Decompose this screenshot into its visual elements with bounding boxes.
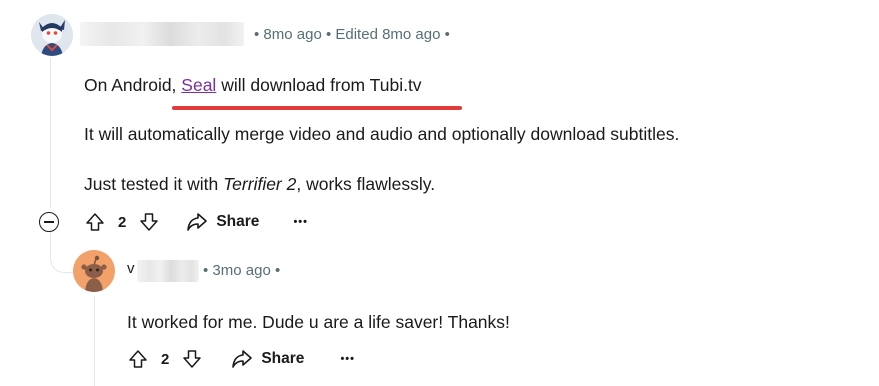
share-button[interactable]: Share <box>231 349 304 369</box>
share-icon <box>187 213 208 231</box>
downvote-icon <box>183 350 202 368</box>
thread-line-main <box>50 58 51 208</box>
comment-body-line-3: Just tested it with Terrifier 2, works f… <box>84 174 435 195</box>
reply-meta: • 3mo ago • <box>203 262 281 279</box>
upvote-button[interactable] <box>84 211 106 233</box>
vote-count: 2 <box>118 213 127 231</box>
snoo-avatar-icon <box>73 250 115 292</box>
reply-body: It worked for me. Dude u are a life save… <box>127 312 510 332</box>
comment-action-bar: 2 Share ••• <box>84 211 308 233</box>
share-label: Share <box>216 213 260 230</box>
share-label: Share <box>261 350 305 367</box>
seal-link[interactable]: Seal <box>181 75 216 95</box>
body-text-suffix: , works flawlessly. <box>296 174 436 194</box>
collapse-icon <box>44 221 54 223</box>
downvote-button[interactable] <box>138 211 160 233</box>
more-options-button[interactable]: ••• <box>340 353 355 365</box>
more-options-button[interactable]: ••• <box>293 216 308 228</box>
collapse-button[interactable] <box>39 212 59 232</box>
reply-action-bar: 2 Share ••• <box>127 348 355 370</box>
upvote-button[interactable] <box>127 348 149 370</box>
thread-elbow <box>50 232 73 273</box>
vote-count: 2 <box>161 350 170 368</box>
more-icon: ••• <box>293 216 308 228</box>
upvote-icon <box>86 213 104 231</box>
upvote-icon <box>129 350 147 368</box>
downvote-button[interactable] <box>181 348 203 370</box>
thread-line-reply <box>94 296 95 386</box>
share-button[interactable]: Share <box>186 212 259 232</box>
highlight-underline <box>172 106 462 110</box>
avatar-icon <box>31 14 73 56</box>
share-icon <box>232 350 253 368</box>
reply-username-initial[interactable]: v <box>127 260 135 277</box>
comment-body-line-2: It will automatically merge video and au… <box>84 124 680 144</box>
avatar[interactable] <box>31 14 73 56</box>
more-icon: ••• <box>340 353 355 365</box>
comment-body-line-1: On Android, Seal will download from Tubi… <box>84 75 422 96</box>
movie-title: Terrifier 2 <box>223 174 297 194</box>
downvote-icon <box>140 213 159 231</box>
reply-avatar[interactable] <box>73 250 115 292</box>
reply-username-redacted[interactable] <box>137 260 199 282</box>
body-text-prefix: On Android, <box>84 75 182 95</box>
username-redacted[interactable] <box>80 22 244 46</box>
body-text-suffix: will download from Tubi.tv <box>216 75 422 95</box>
comment-meta: • 8mo ago • Edited 8mo ago • <box>254 26 450 43</box>
body-text-prefix: Just tested it with <box>84 174 224 194</box>
